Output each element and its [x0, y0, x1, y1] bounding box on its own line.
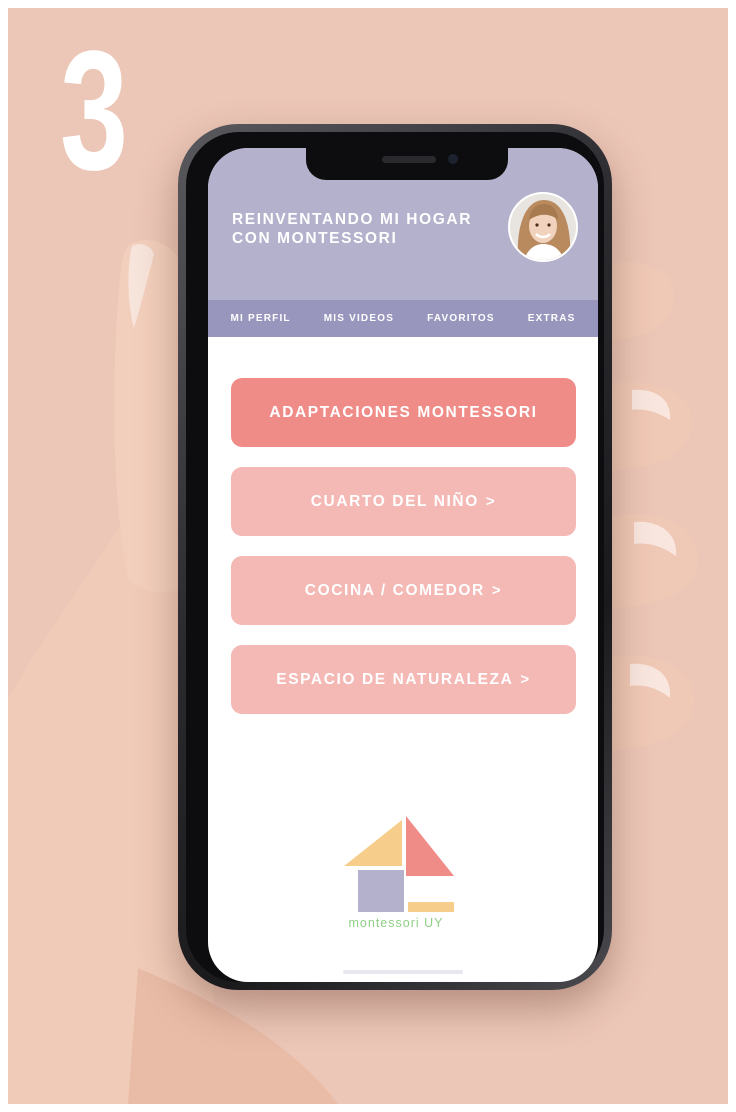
- tab-extras[interactable]: EXTRAS: [528, 313, 576, 324]
- category-menu: ADAPTACIONES MONTESSORI CUARTO DEL NIÑO …: [231, 378, 576, 734]
- menu-button-label: ESPACIO DE NATURALEZA: [276, 670, 514, 688]
- menu-button-label: CUARTO DEL NIÑO: [310, 492, 479, 510]
- phone-notch: [306, 148, 508, 180]
- cocina-comedor-button[interactable]: COCINA / COMEDOR >: [231, 556, 576, 625]
- photo-backdrop: 3 REINVENTANDO MI HOGAR CON MONTESSORI M…: [8, 8, 728, 1104]
- menu-button-label: COCINA / COMEDOR: [304, 581, 485, 599]
- chevron-right-icon: >: [485, 493, 497, 510]
- chevron-right-icon: >: [491, 582, 503, 599]
- adaptaciones-montessori-button[interactable]: ADAPTACIONES MONTESSORI: [231, 378, 576, 447]
- espacio-de-naturaleza-button[interactable]: ESPACIO DE NATURALEZA >: [231, 645, 576, 714]
- nav-bar: MI PERFIL MIS VIDEOS FAVORITOS EXTRAS: [208, 300, 598, 337]
- front-camera: [448, 154, 458, 164]
- logo-wordmark: montessori UY: [348, 916, 444, 930]
- home-indicator: [343, 970, 463, 974]
- app-title: REINVENTANDO MI HOGAR CON MONTESSORI: [232, 211, 472, 247]
- chevron-right-icon: >: [520, 671, 531, 688]
- phone-screen: REINVENTANDO MI HOGAR CON MONTESSORI MI …: [208, 148, 598, 982]
- smartphone: REINVENTANDO MI HOGAR CON MONTESSORI MI …: [178, 124, 612, 990]
- cuarto-del-nino-button[interactable]: CUARTO DEL NIÑO >: [231, 467, 576, 536]
- menu-button-label: ADAPTACIONES MONTESSORI: [269, 403, 538, 421]
- profile-avatar[interactable]: [508, 192, 578, 262]
- tab-favoritos[interactable]: FAVORITOS: [427, 313, 495, 324]
- montessori-house-logo: [344, 816, 454, 912]
- tab-mi-perfil[interactable]: MI PERFIL: [230, 313, 290, 324]
- tab-mis-videos[interactable]: MIS VIDEOS: [324, 313, 394, 324]
- speaker-grille: [382, 156, 436, 163]
- phone-bezel: REINVENTANDO MI HOGAR CON MONTESSORI MI …: [186, 132, 604, 982]
- profile-photo-avatar: [510, 194, 576, 260]
- montessori-uy-logo: montessori UY: [336, 812, 456, 942]
